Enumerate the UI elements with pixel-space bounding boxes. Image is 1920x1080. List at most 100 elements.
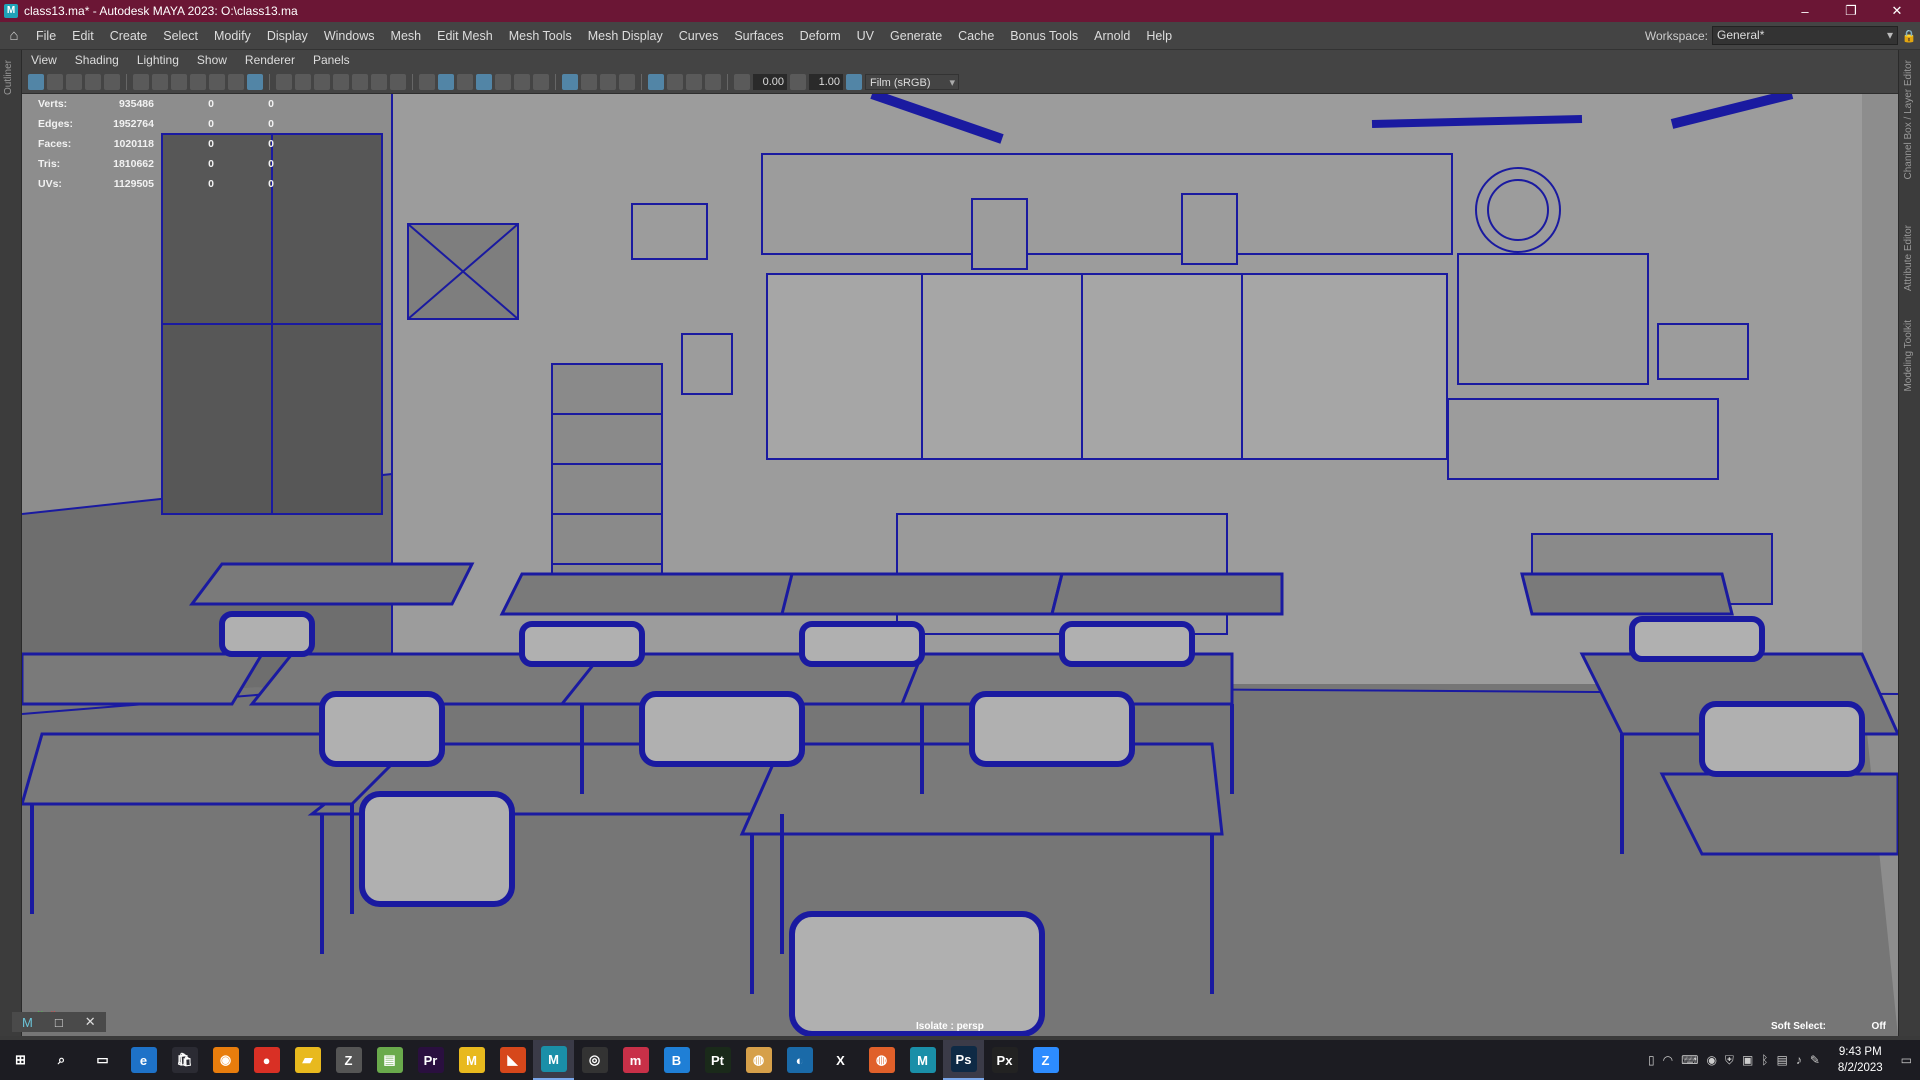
taskbar-button[interactable]: Z bbox=[328, 1040, 369, 1080]
frame-all-icon[interactable] bbox=[333, 73, 349, 90]
panel-menu-view[interactable]: View bbox=[22, 53, 66, 67]
close-small-icon[interactable]: ✕ bbox=[85, 1014, 96, 1030]
menu-bonus-tools[interactable]: Bonus Tools bbox=[1002, 29, 1086, 43]
menu-modify[interactable]: Modify bbox=[206, 29, 259, 43]
grid-icon[interactable] bbox=[276, 73, 292, 90]
color-management-icon[interactable] bbox=[846, 73, 862, 90]
backface-cull-icon[interactable] bbox=[619, 73, 635, 90]
channel-box-tab[interactable]: Channel Box / Layer Editor bbox=[1903, 60, 1914, 180]
modeling-toolkit-tab[interactable]: Modeling Toolkit bbox=[1903, 320, 1914, 392]
taskbar-button[interactable]: M bbox=[902, 1040, 943, 1080]
exposure-field[interactable]: 0.00 bbox=[753, 73, 787, 90]
grease-pencil-icon[interactable] bbox=[133, 73, 149, 90]
taskbar-button[interactable]: ● bbox=[246, 1040, 287, 1080]
menu-create[interactable]: Create bbox=[102, 29, 156, 43]
film-gate-icon[interactable] bbox=[171, 73, 187, 90]
attribute-editor-tab[interactable]: Attribute Editor bbox=[1903, 225, 1914, 291]
gamma-icon[interactable] bbox=[790, 73, 806, 90]
volume-icon[interactable]: ♪ bbox=[1796, 1053, 1802, 1067]
taskbar-button[interactable]: 🛍 bbox=[164, 1040, 205, 1080]
frame-selected-icon[interactable] bbox=[352, 73, 368, 90]
menu-surfaces[interactable]: Surfaces bbox=[726, 29, 791, 43]
firefox-icon[interactable]: ◉ bbox=[1706, 1053, 1716, 1067]
taskbar-button[interactable]: m bbox=[615, 1040, 656, 1080]
safe-action-icon[interactable] bbox=[295, 73, 311, 90]
panel-menu-renderer[interactable]: Renderer bbox=[236, 53, 304, 67]
workspace-select[interactable]: General* bbox=[1712, 26, 1898, 45]
camera-attributes-icon[interactable] bbox=[47, 73, 63, 90]
lock-camera-icon[interactable] bbox=[152, 73, 168, 90]
nvidia-icon[interactable]: ▣ bbox=[1742, 1053, 1753, 1067]
taskbar-button[interactable]: ◣ bbox=[492, 1040, 533, 1080]
exposure-icon[interactable] bbox=[734, 73, 750, 90]
menu-edit[interactable]: Edit bbox=[64, 29, 102, 43]
panel-menu-show[interactable]: Show bbox=[188, 53, 236, 67]
taskbar-button[interactable]: M bbox=[533, 1040, 574, 1080]
taskbar-button[interactable]: ⊞ bbox=[0, 1040, 41, 1080]
close-button[interactable]: ✕ bbox=[1874, 0, 1920, 22]
xray-icon[interactable] bbox=[581, 73, 597, 90]
keyboard-icon[interactable]: ⌨ bbox=[1681, 1053, 1698, 1067]
depth-of-field-icon[interactable] bbox=[705, 73, 721, 90]
menu-uv[interactable]: UV bbox=[849, 29, 882, 43]
taskbar-button[interactable]: ◐ bbox=[779, 1040, 820, 1080]
textured-icon[interactable] bbox=[476, 73, 492, 90]
safe-title-icon[interactable] bbox=[314, 73, 330, 90]
motion-blur-icon[interactable] bbox=[667, 73, 683, 90]
home-icon[interactable]: ⌂ bbox=[0, 27, 28, 44]
menu-mesh[interactable]: Mesh bbox=[383, 29, 430, 43]
bookmarks-icon[interactable] bbox=[66, 73, 82, 90]
taskbar-button[interactable]: X bbox=[820, 1040, 861, 1080]
panel-menu-panels[interactable]: Panels bbox=[304, 53, 359, 67]
wireframe-on-shaded-icon[interactable] bbox=[247, 73, 263, 90]
menu-generate[interactable]: Generate bbox=[882, 29, 950, 43]
taskbar-clock[interactable]: 9:43 PM 8/2/2023 bbox=[1838, 1044, 1883, 1076]
restore-button[interactable]: ❐ bbox=[1828, 0, 1874, 22]
taskbar-button[interactable]: ◍ bbox=[738, 1040, 779, 1080]
taskbar-button[interactable]: e bbox=[123, 1040, 164, 1080]
taskbar-button[interactable]: ◉ bbox=[205, 1040, 246, 1080]
menu-select[interactable]: Select bbox=[155, 29, 206, 43]
taskbar-button[interactable]: ▰ bbox=[287, 1040, 328, 1080]
gate-mask-icon[interactable] bbox=[209, 73, 225, 90]
menu-deform[interactable]: Deform bbox=[792, 29, 849, 43]
bluetooth-icon[interactable]: ᛒ bbox=[1761, 1053, 1768, 1067]
menu-file[interactable]: File bbox=[28, 29, 64, 43]
taskbar-button[interactable]: Z bbox=[1025, 1040, 1066, 1080]
taskbar-button[interactable]: ▭ bbox=[82, 1040, 123, 1080]
minimize-button[interactable]: – bbox=[1782, 0, 1828, 22]
colorspace-select[interactable]: Film (sRGB) bbox=[865, 73, 959, 91]
menu-mesh-tools[interactable]: Mesh Tools bbox=[501, 29, 580, 43]
notification-app-icon[interactable]: ▯ bbox=[1648, 1053, 1655, 1067]
screen-space-ao-icon[interactable] bbox=[648, 73, 664, 90]
menu-mesh-display[interactable]: Mesh Display bbox=[580, 29, 671, 43]
lock-icon[interactable]: 🔒 bbox=[1898, 29, 1920, 43]
taskbar-button[interactable]: B bbox=[656, 1040, 697, 1080]
taskbar-button[interactable]: Ps bbox=[943, 1040, 984, 1080]
use-all-lights-icon[interactable] bbox=[495, 73, 511, 90]
resolution-gate-icon[interactable] bbox=[190, 73, 206, 90]
wifi-icon[interactable]: ◠ bbox=[1663, 1053, 1673, 1067]
wireframe-icon[interactable] bbox=[419, 73, 435, 90]
shadows-icon[interactable] bbox=[514, 73, 530, 90]
smooth-shade-icon[interactable] bbox=[438, 73, 454, 90]
taskbar-button[interactable]: ◎ bbox=[574, 1040, 615, 1080]
menu-windows[interactable]: Windows bbox=[316, 29, 383, 43]
image-plane-icon[interactable] bbox=[85, 73, 101, 90]
pen-icon[interactable]: ✎ bbox=[1810, 1053, 1820, 1067]
menu-edit-mesh[interactable]: Edit Mesh bbox=[429, 29, 501, 43]
default-material-icon[interactable] bbox=[457, 73, 473, 90]
taskbar-button[interactable]: ⌕ bbox=[41, 1040, 82, 1080]
outliner-strip[interactable]: Outliner bbox=[0, 50, 22, 1040]
lights-icon[interactable] bbox=[533, 73, 549, 90]
camera-view-icon[interactable] bbox=[371, 73, 387, 90]
network-icon[interactable]: ▤ bbox=[1776, 1053, 1787, 1067]
menu-cache[interactable]: Cache bbox=[950, 29, 1002, 43]
taskbar-button[interactable]: ▤ bbox=[369, 1040, 410, 1080]
gamma-field[interactable]: 1.00 bbox=[809, 73, 843, 90]
taskbar-button[interactable]: ◍ bbox=[861, 1040, 902, 1080]
taskbar-button[interactable]: M bbox=[451, 1040, 492, 1080]
action-center-icon[interactable]: ▭ bbox=[1901, 1053, 1912, 1067]
menu-curves[interactable]: Curves bbox=[671, 29, 727, 43]
restore-small-icon[interactable]: □ bbox=[55, 1015, 63, 1030]
